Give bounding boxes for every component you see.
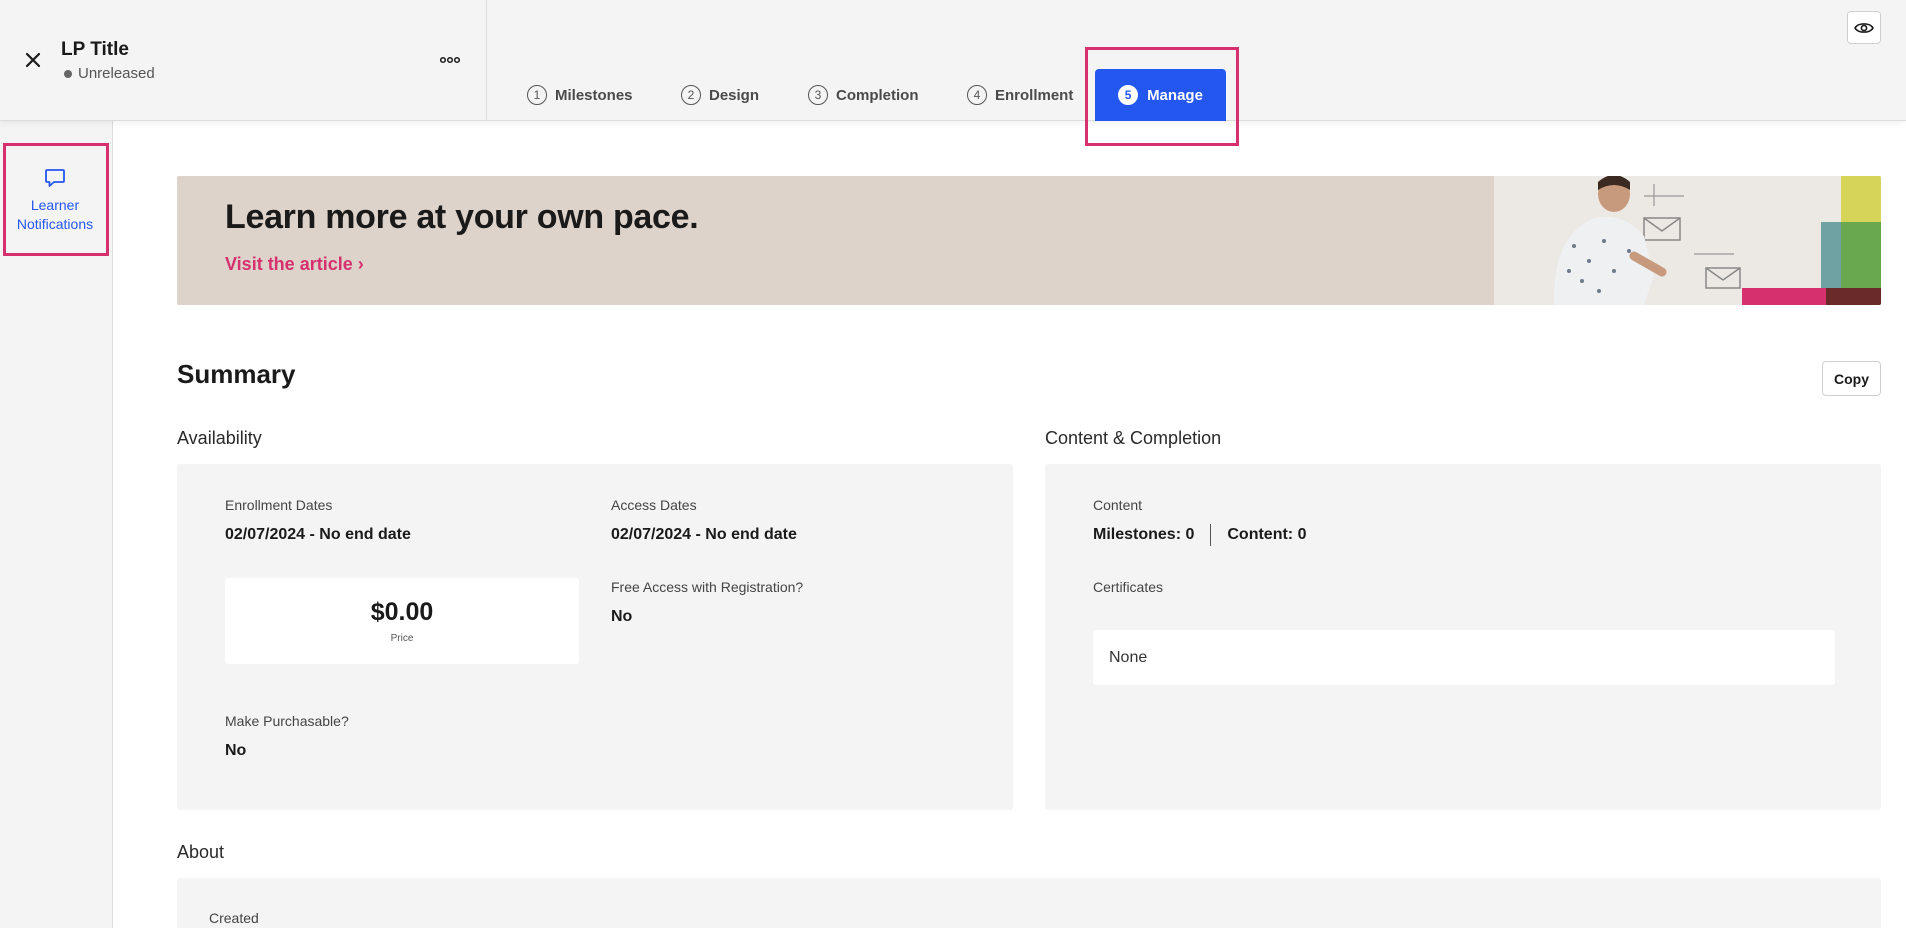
purchasable-label: Make Purchasable? xyxy=(225,713,349,729)
content-count: Content: 0 xyxy=(1227,526,1307,543)
content-label: Content xyxy=(1093,497,1143,513)
status-text: Unreleased xyxy=(78,65,155,82)
tab-milestones[interactable]: 1 Milestones xyxy=(527,82,633,108)
price-value: $0.00 xyxy=(370,598,434,626)
divider xyxy=(1210,524,1212,546)
preview-button[interactable] xyxy=(1847,11,1881,44)
tab-label: Design xyxy=(709,86,760,104)
tab-label: Completion xyxy=(836,86,919,104)
tab-label: Milestones xyxy=(555,86,633,104)
visit-article-link[interactable]: Visit the article › xyxy=(225,254,364,275)
created-label: Created xyxy=(209,910,259,926)
access-dates-value: 02/07/2024 - No end date xyxy=(611,526,797,543)
summary-heading: Summary xyxy=(177,359,296,389)
eye-icon xyxy=(1854,22,1874,33)
step-number-icon: 1 xyxy=(527,85,547,105)
tab-label: Manage xyxy=(1147,86,1203,104)
enrollment-dates-value: 02/07/2024 - No end date xyxy=(225,526,411,543)
status-dot-icon xyxy=(64,69,72,78)
banner-heading: Learn more at your own pace. xyxy=(225,198,699,236)
content-completion-card: Content Milestones: 0 Content: 0 Certifi… xyxy=(1045,464,1881,810)
access-dates-label: Access Dates xyxy=(611,497,697,513)
sidebar-label-line1: Learner xyxy=(30,197,80,213)
about-heading: About xyxy=(177,842,225,862)
tab-completion[interactable]: 3 Completion xyxy=(808,82,919,108)
availability-card: Enrollment Dates 02/07/2024 - No end dat… xyxy=(177,464,1013,810)
step-number-icon: 2 xyxy=(681,85,701,105)
copy-button[interactable]: Copy xyxy=(1822,361,1881,396)
tab-enrollment[interactable]: 4 Enrollment xyxy=(967,82,1073,108)
content-counts: Milestones: 0 Content: 0 xyxy=(1093,524,1306,546)
close-icon xyxy=(25,52,41,68)
free-access-label: Free Access with Registration? xyxy=(611,579,804,595)
banner-illustration xyxy=(1494,176,1881,305)
free-access-value: No xyxy=(611,608,633,625)
close-button[interactable] xyxy=(20,47,46,73)
sidebar-item-learner-notifications[interactable]: Learner Notifications xyxy=(4,145,106,255)
milestones-count: Milestones: 0 xyxy=(1093,526,1195,543)
top-header: LP Title Unreleased 1 Milestones 2 Desig… xyxy=(0,0,1906,146)
chat-bubble-icon xyxy=(45,169,65,187)
page-title: LP Title xyxy=(61,39,129,60)
sidebar-item-label: Learner Notifications xyxy=(17,196,93,234)
more-options-icon xyxy=(440,56,460,64)
tab-design[interactable]: 2 Design xyxy=(681,82,759,108)
enrollment-dates-label: Enrollment Dates xyxy=(225,497,333,513)
tab-manage[interactable]: 5 Manage xyxy=(1095,69,1226,121)
price-box: $0.00 Price xyxy=(225,578,579,664)
step-number-icon: 3 xyxy=(808,85,828,105)
status-badge: Unreleased xyxy=(64,65,155,82)
tab-label: Enrollment xyxy=(995,86,1074,104)
price-label: Price xyxy=(390,633,414,644)
purchasable-value: No xyxy=(225,742,247,759)
step-number-icon: 5 xyxy=(1118,85,1139,105)
sidebar-label-line2: Notifications xyxy=(16,216,94,232)
promo-banner: Learn more at your own pace. Visit the a… xyxy=(177,176,1881,305)
certificates-value: None xyxy=(1093,630,1835,685)
certificates-label: Certificates xyxy=(1093,579,1164,595)
more-options-button[interactable] xyxy=(436,48,464,72)
availability-heading: Availability xyxy=(177,428,262,448)
content-completion-heading: Content & Completion xyxy=(1045,428,1222,448)
step-number-icon: 4 xyxy=(967,85,987,105)
about-card: Created xyxy=(177,878,1881,928)
title-block: LP Title Unreleased xyxy=(0,0,487,121)
